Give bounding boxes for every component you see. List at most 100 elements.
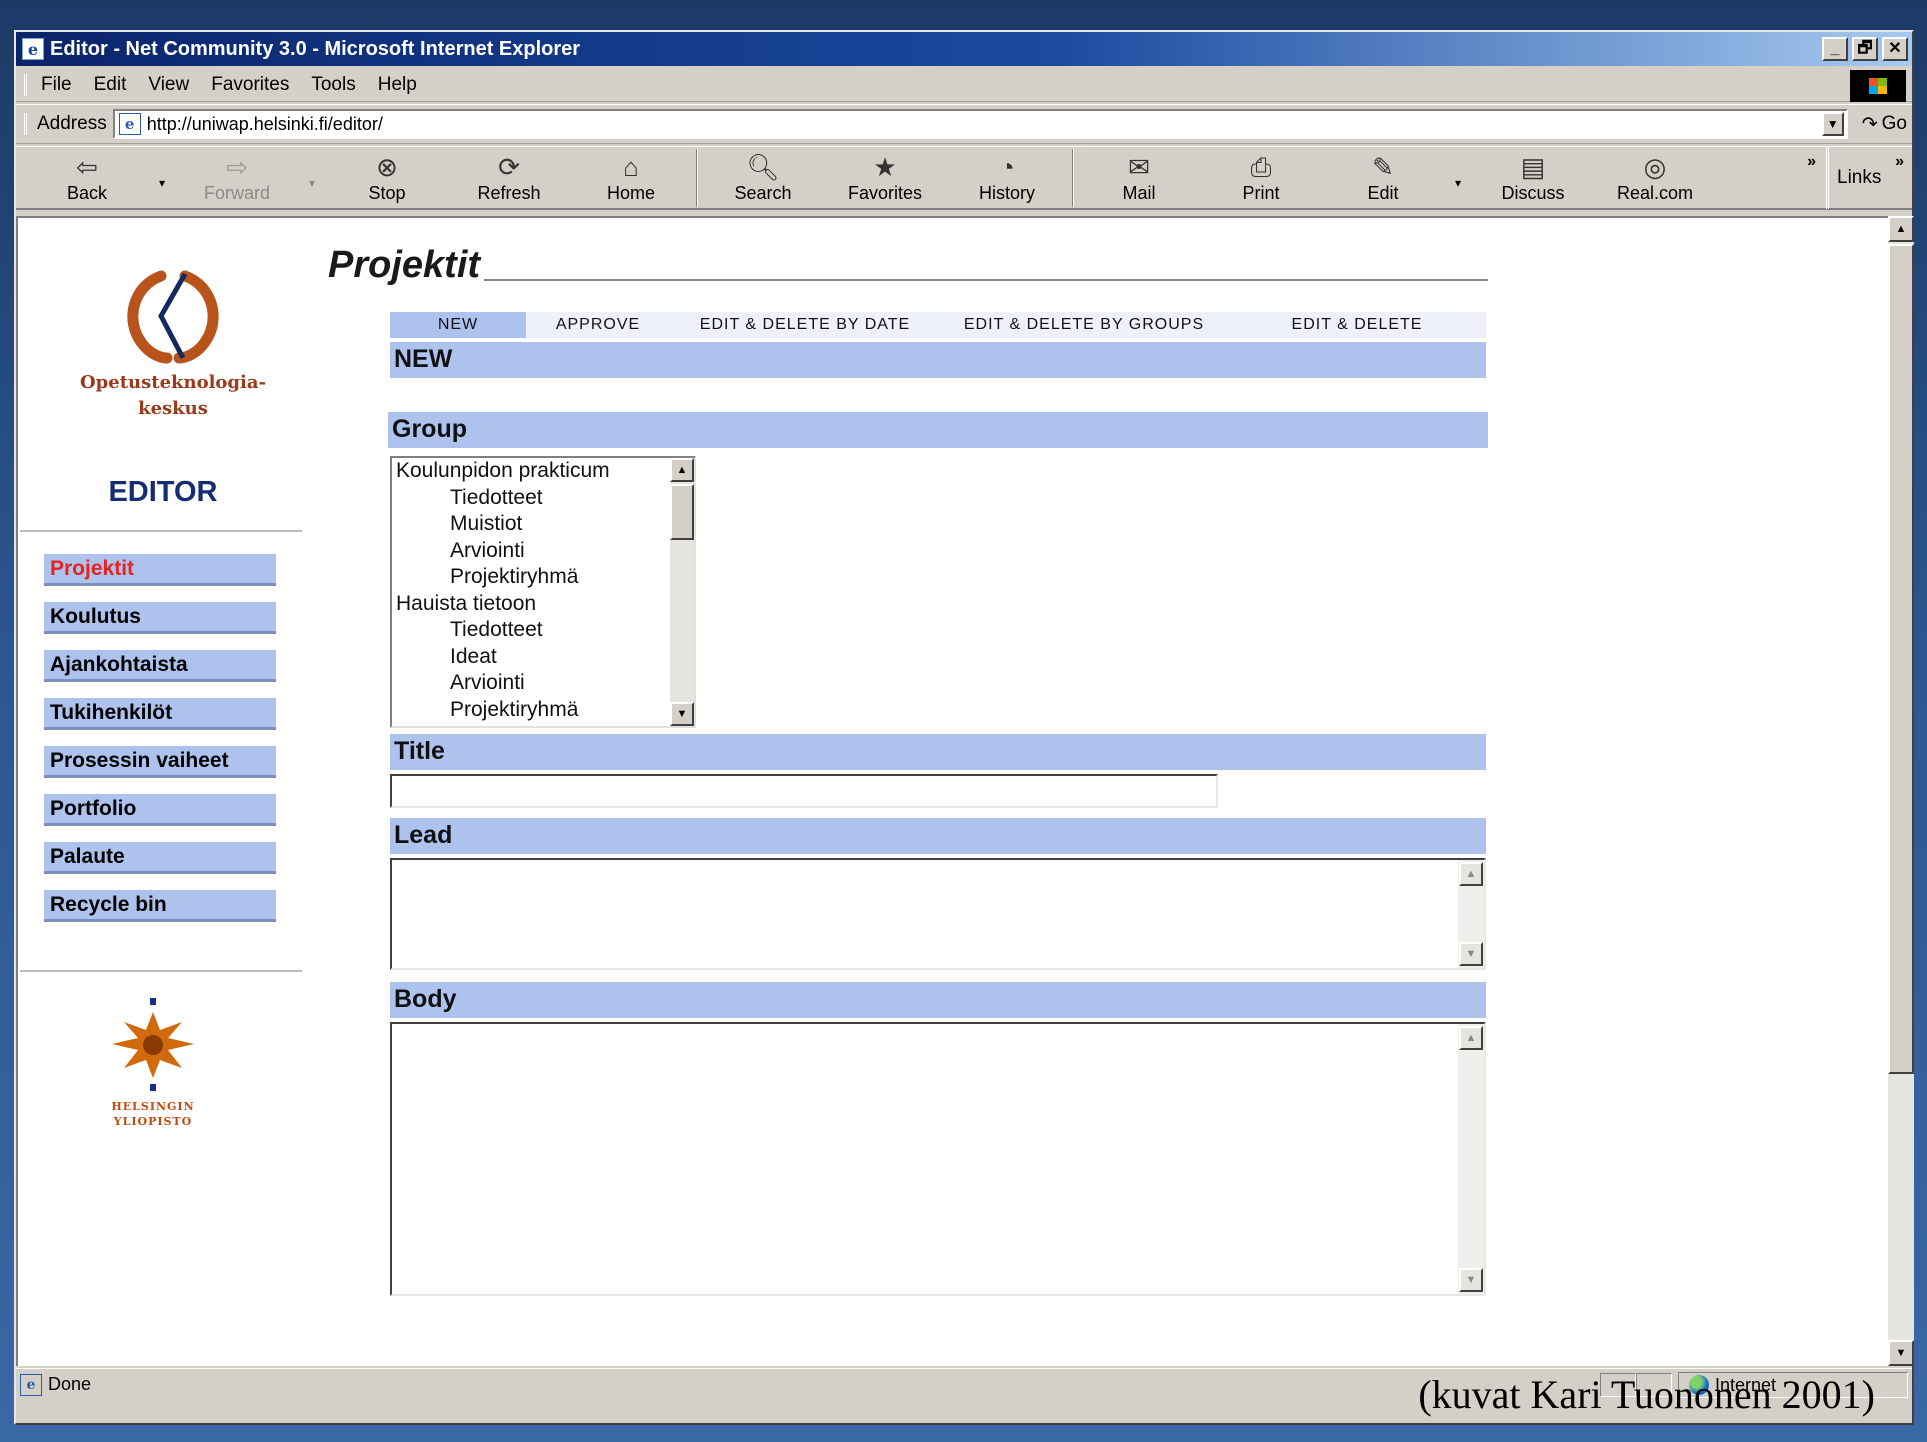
menu-edit[interactable]: Edit — [83, 74, 138, 96]
page-icon: e — [118, 113, 141, 135]
edit-dropdown-button[interactable]: ▾ — [1444, 176, 1472, 190]
go-label: Go — [1881, 113, 1907, 134]
scroll-up-arrow-icon[interactable]: ▲ — [670, 458, 694, 482]
mail-icon: ✉ — [1128, 152, 1150, 182]
toolbar-chevron-icon[interactable]: » — [1807, 153, 1816, 171]
address-dropdown-button[interactable]: ▼ — [1821, 112, 1844, 136]
scroll-up-arrow-icon[interactable]: ▲ — [1459, 1026, 1483, 1050]
title-input[interactable] — [390, 774, 1218, 808]
close-button[interactable]: ✕ — [1882, 37, 1908, 61]
section-title: Title — [390, 734, 1486, 770]
address-url[interactable]: http://uniwap.helsinki.fi/editor/ — [147, 114, 1822, 135]
back-dropdown-button[interactable]: ▾ — [148, 176, 176, 190]
menu-file[interactable]: File — [24, 73, 83, 96]
menu-bar: File Edit View Favorites Tools Help — [16, 68, 1912, 102]
section-group: Group — [388, 412, 1488, 448]
group-scrollbar[interactable]: ▲ ▼ — [670, 458, 694, 726]
sidebar-item-ajankohtaista[interactable]: Ajankohtaista — [44, 650, 276, 682]
links-bar[interactable]: Links » — [1826, 147, 1912, 209]
refresh-label: Refresh — [477, 183, 541, 203]
group-option[interactable]: Muistiot — [392, 511, 694, 538]
edit-button[interactable]: ✎ Edit — [1322, 151, 1444, 204]
lead-textarea[interactable]: ▲ ▼ — [390, 858, 1486, 970]
university-seal-icon — [112, 998, 194, 1091]
sidebar-item-projektit[interactable]: Projektit — [44, 554, 276, 586]
lead-scrollbar[interactable]: ▲ ▼ — [1458, 860, 1484, 968]
minimize-button[interactable]: _ — [1822, 37, 1848, 61]
realcom-button[interactable]: ◎ Real.com — [1594, 151, 1716, 204]
favorites-button[interactable]: ★ Favorites — [824, 151, 946, 204]
page-scrollbar[interactable]: ▲ ▼ — [1888, 216, 1914, 1366]
scroll-down-arrow-icon[interactable]: ▼ — [1459, 942, 1483, 966]
scroll-down-arrow-icon[interactable]: ▼ — [1888, 1340, 1914, 1366]
discuss-button[interactable]: ▤ Discuss — [1472, 151, 1594, 204]
page-heading: Projektit — [328, 244, 1488, 287]
tab-edit-delete-by-date[interactable]: EDIT & DELETE BY DATE — [670, 312, 940, 338]
section-new: NEW — [390, 342, 1486, 378]
go-button[interactable]: ↷ Go — [1862, 113, 1907, 136]
group-option[interactable]: Hauista tietoon — [392, 591, 694, 618]
forward-label: Forward — [203, 183, 270, 203]
group-option[interactable]: Projektiryhmä — [392, 564, 694, 591]
realcom-icon: ◎ — [1643, 152, 1667, 182]
scroll-down-arrow-icon[interactable]: ▼ — [1459, 1268, 1483, 1292]
body-scrollbar[interactable]: ▲ ▼ — [1458, 1024, 1484, 1294]
body-textarea[interactable]: ▲ ▼ — [390, 1022, 1486, 1296]
group-option[interactable]: Koulunpidon prakticum — [392, 458, 694, 485]
group-option[interactable]: Projektiryhmä — [392, 697, 694, 724]
sidebar-item-tukihenkilot[interactable]: Tukihenkilöt — [44, 698, 276, 730]
menu-help[interactable]: Help — [367, 74, 428, 96]
stop-icon: ⊗ — [376, 152, 398, 182]
tab-bar: NEW APPROVE EDIT & DELETE BY DATE EDIT &… — [390, 312, 1486, 338]
history-label: History — [978, 183, 1035, 203]
forward-dropdown-button[interactable]: ▾ — [298, 176, 326, 190]
sidebar-item-palaute[interactable]: Palaute — [44, 842, 276, 874]
links-label[interactable]: Links — [1837, 167, 1881, 189]
search-button[interactable]: 🔍︎ Search — [702, 151, 824, 204]
back-label: Back — [66, 183, 108, 203]
section-lead: Lead — [390, 818, 1486, 854]
page-viewport: Opetusteknologia- keskus EDITOR Projekti… — [16, 216, 1888, 1366]
menu-favorites[interactable]: Favorites — [200, 74, 300, 96]
print-button[interactable]: ⎙ Print — [1200, 151, 1322, 204]
group-scroll-thumb[interactable] — [670, 484, 694, 540]
scroll-up-arrow-icon[interactable]: ▲ — [1459, 862, 1483, 886]
page-scroll-thumb[interactable] — [1888, 244, 1914, 1074]
tab-edit-delete-by-groups[interactable]: EDIT & DELETE BY GROUPS — [940, 312, 1228, 338]
tab-edit-delete[interactable]: EDIT & DELETE — [1228, 312, 1486, 338]
back-button[interactable]: ⇦ Back — [26, 151, 148, 204]
menu-view[interactable]: View — [137, 74, 200, 96]
mail-button[interactable]: ✉ Mail — [1078, 151, 1200, 204]
group-option[interactable]: Tiedotteet — [392, 617, 694, 644]
sidebar-divider — [20, 530, 302, 532]
stop-button[interactable]: ⊗ Stop — [326, 151, 448, 204]
section-body: Body — [390, 982, 1486, 1018]
maximize-button[interactable]: 🗗 — [1852, 37, 1878, 61]
back-arrow-icon: ⇦ — [76, 152, 98, 182]
scroll-down-arrow-icon[interactable]: ▼ — [670, 702, 694, 726]
sidebar-divider — [20, 970, 302, 972]
history-button[interactable]: ◔ History — [946, 151, 1068, 204]
tab-new[interactable]: NEW — [390, 312, 526, 338]
sidebar-item-koulutus[interactable]: Koulutus — [44, 602, 276, 634]
refresh-button[interactable]: ⟳ Refresh — [448, 151, 570, 204]
links-chevron-icon[interactable]: » — [1895, 153, 1904, 171]
sidebar-item-recycle-bin[interactable]: Recycle bin — [44, 890, 276, 922]
group-option[interactable]: Arviointi — [392, 538, 694, 565]
sidebar-item-prosessin-vaiheet[interactable]: Prosessin vaiheet — [44, 746, 276, 778]
scroll-up-arrow-icon[interactable]: ▲ — [1888, 216, 1914, 242]
group-option[interactable]: Tiedotteet — [392, 485, 694, 512]
sidebar-item-portfolio[interactable]: Portfolio — [44, 794, 276, 826]
forward-button[interactable]: ⇨ Forward — [176, 151, 298, 204]
sidebar-nav: Projektit Koulutus Ajankohtaista Tukihen… — [44, 554, 276, 938]
home-button[interactable]: ⌂ Home — [570, 151, 692, 204]
address-label: Address — [24, 113, 107, 135]
window-title: Editor - Net Community 3.0 - Microsoft I… — [50, 37, 581, 60]
group-listbox[interactable]: Koulunpidon prakticum Tiedotteet Muistio… — [390, 456, 696, 728]
group-option[interactable]: Ideat — [392, 644, 694, 671]
menu-tools[interactable]: Tools — [300, 74, 366, 96]
group-option[interactable]: Arviointi — [392, 670, 694, 697]
address-input[interactable]: e http://uniwap.helsinki.fi/editor/ ▼ — [112, 109, 1848, 139]
tab-approve[interactable]: APPROVE — [526, 312, 670, 338]
toolbar-separator — [1072, 148, 1074, 207]
